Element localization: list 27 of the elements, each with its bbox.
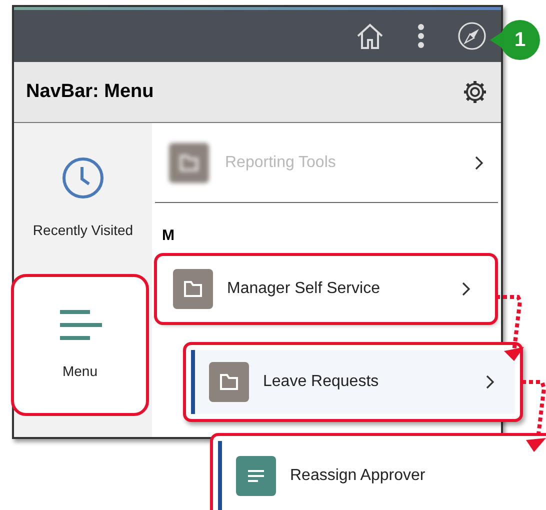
folder-icon <box>209 362 249 402</box>
folder-icon <box>173 268 213 308</box>
sidebar-label: Menu <box>62 362 98 380</box>
callout-arrow <box>496 293 526 361</box>
row-label: Reassign Approver <box>290 466 426 486</box>
clock-icon <box>61 156 105 200</box>
sidebar-label: Recently Visited <box>32 220 134 240</box>
row-label: Manager Self Service <box>227 278 381 298</box>
chevron-right-icon <box>475 156 484 170</box>
drilldown-item[interactable]: Reassign Approver <box>210 433 546 510</box>
sidebar-item[interactable]: Recently Visited <box>14 123 152 273</box>
drilldown-item[interactable]: Leave Requests <box>183 342 523 422</box>
row-label: Reporting Tools <box>225 152 337 172</box>
settings-icon[interactable] <box>461 78 489 106</box>
home-icon[interactable] <box>355 22 385 50</box>
navigation-row[interactable]: Manager Self Service <box>157 256 495 322</box>
section-heading: M <box>162 226 176 246</box>
document-icon <box>236 456 276 496</box>
sidebar-item[interactable]: Menu <box>14 277 146 413</box>
chevron-right-icon <box>462 282 471 296</box>
row-label: Leave Requests <box>263 372 380 392</box>
folder-icon <box>169 142 209 182</box>
compass-icon[interactable] <box>457 21 487 51</box>
chevron-right-icon <box>486 375 495 389</box>
menu-icon <box>58 308 102 340</box>
more-options-icon[interactable] <box>417 23 425 49</box>
panel-title: NavBar: Menu <box>26 80 154 104</box>
